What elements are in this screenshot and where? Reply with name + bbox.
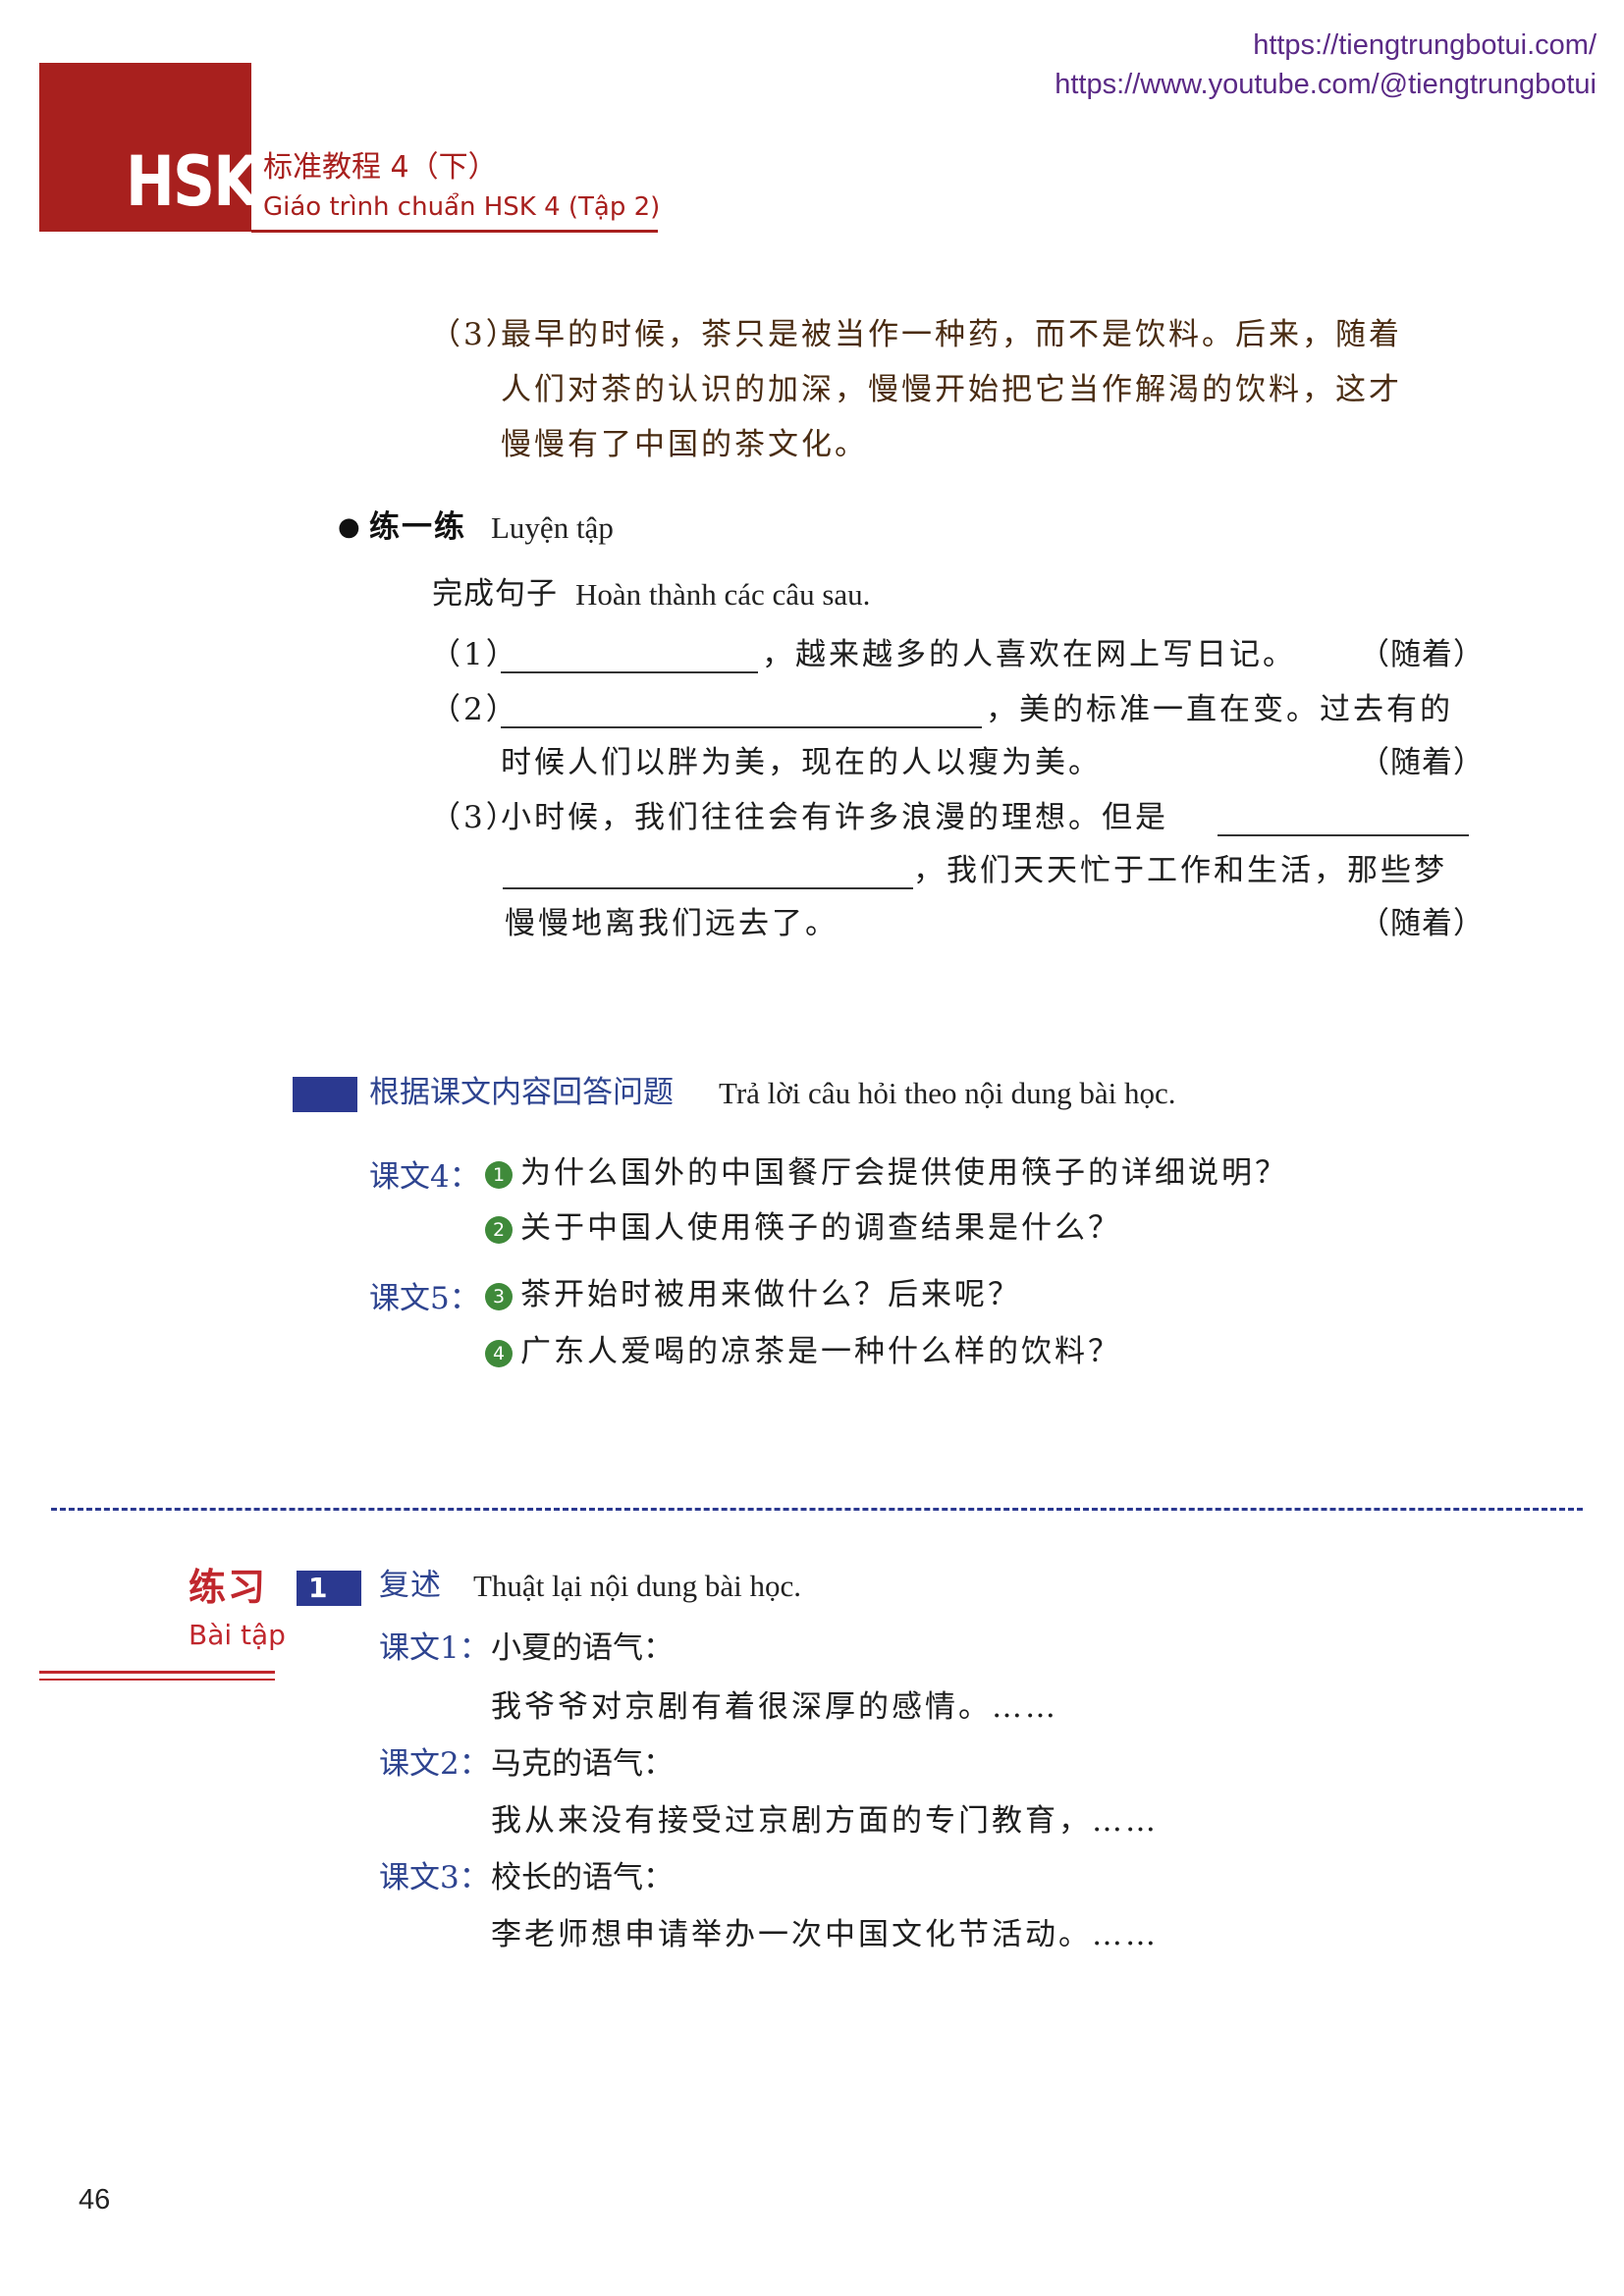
exercise-rule-top	[39, 1671, 275, 1674]
retell-lesson-1-text: 我爷爷对京剧有着很深厚的感情。……	[491, 1689, 1058, 1725]
practice-item-2-blank[interactable]	[501, 701, 982, 732]
example-3-line2: 人们对茶的认识的加深，慢慢开始把它当作解渴的饮料，这才	[501, 372, 1402, 407]
hsk-logo-text: HSK	[126, 141, 258, 222]
question-1-text: 为什么国外的中国餐厅会提供使用筷子的详细说明？	[520, 1155, 1288, 1191]
question-4-text: 广东人爱喝的凉茶是一种什么样的饮料？	[520, 1334, 1121, 1369]
practice-title-cn: 练一练	[369, 509, 466, 545]
lesson-5-label: 课文5：	[369, 1281, 480, 1316]
exercise-task-cn: 复述	[379, 1568, 442, 1603]
header-rule	[251, 230, 658, 233]
question-1: 1 为什么国外的中国餐厅会提供使用筷子的详细说明？	[485, 1158, 1288, 1189]
question-3: 3 茶开始时被用来做什么？后来呢？	[485, 1280, 1021, 1310]
question-2-text: 关于中国人使用筷子的调查结果是什么？	[520, 1210, 1121, 1246]
exercise-task-vi: Thuật lại nội dung bài học.	[473, 1569, 802, 1603]
practice-bullet: ●	[338, 512, 360, 542]
practice-item-1-hint: （随着）	[1359, 637, 1485, 672]
question-3-number-icon: 3	[485, 1282, 513, 1310]
question-4: 4 广东人爱喝的凉茶是一种什么样的饮料？	[485, 1337, 1121, 1367]
question-2-number-icon: 2	[485, 1215, 513, 1244]
practice-item-3-blank-a[interactable]	[1218, 809, 1469, 840]
practice-instruction-cn: 完成句子	[432, 576, 558, 612]
book-title-vi: Giáo trình chuẩn HSK 4 (Tập 2)	[263, 192, 661, 222]
practice-item-3-text-after: ，我们天天忙于工作和生活，那些梦	[913, 853, 1447, 888]
exercise-number-badge: 1	[297, 1571, 361, 1606]
website-url[interactable]: https://tiengtrungbotui.com/	[1253, 31, 1597, 60]
question-4-number-icon: 4	[485, 1339, 513, 1367]
practice-item-2-text: ，美的标准一直在变。过去有的	[986, 692, 1453, 727]
practice-instruction-vi: Hoàn thành các câu sau.	[575, 577, 871, 612]
question-2: 2 关于中国人使用筷子的调查结果是什么？	[485, 1213, 1121, 1244]
question-1-number-icon: 1	[485, 1160, 513, 1189]
retell-lesson-2-text: 我从来没有接受过京剧方面的专门教育，……	[491, 1803, 1159, 1839]
retell-lesson-3-label: 课文3：	[379, 1860, 490, 1896]
book-title-cn: 标准教程 4（下）	[263, 150, 498, 185]
practice-item-3-text-before: 小时候，我们往往会有许多浪漫的理想。但是	[501, 800, 1168, 835]
example-3-line3: 慢慢有了中国的茶文化。	[501, 427, 868, 462]
answer-section-title-cn: 根据课文内容回答问题	[369, 1075, 674, 1110]
lesson-4-label: 课文4：	[369, 1159, 480, 1195]
question-3-text: 茶开始时被用来做什么？后来呢？	[520, 1277, 1021, 1312]
practice-item-3-blank-b[interactable]	[503, 862, 913, 893]
dashed-divider	[51, 1508, 1583, 1511]
practice-item-1-blank[interactable]	[501, 646, 758, 677]
retell-lesson-2-label: 课文2：	[379, 1746, 490, 1782]
youtube-url[interactable]: https://www.youtube.com/@tiengtrungbotui	[1055, 71, 1597, 99]
retell-lesson-2-speaker: 马克的语气：	[491, 1746, 674, 1782]
retell-lesson-3-text: 李老师想申请举办一次中国文化节活动。……	[491, 1917, 1159, 1952]
practice-item-2-hint: （随着）	[1359, 745, 1485, 780]
answer-section-title-vi: Trả lời câu hỏi theo nội dung bài học.	[719, 1076, 1176, 1110]
retell-lesson-3-speaker: 校长的语气：	[491, 1860, 674, 1896]
practice-item-2-line2: 时候人们以胖为美，现在的人以瘦为美。	[501, 745, 1102, 780]
practice-item-3-line3: 慢慢地离我们远去了。	[505, 906, 839, 941]
practice-title-vi: Luyện tập	[491, 510, 614, 545]
retell-lesson-1-label: 课文1：	[379, 1630, 490, 1666]
section-marker-bar	[293, 1077, 357, 1112]
practice-item-1-text: ，越来越多的人喜欢在网上写日记。	[762, 637, 1296, 672]
page-number: 46	[79, 2184, 111, 2216]
exercise-rule-bottom	[39, 1679, 275, 1681]
exercise-title-vi: Bài tập	[189, 1619, 286, 1651]
exercise-title-cn: 练习	[189, 1566, 268, 1609]
retell-lesson-1-speaker: 小夏的语气：	[491, 1630, 674, 1666]
practice-item-3-hint: （随着）	[1359, 906, 1485, 941]
example-3-line1: 最早的时候，茶只是被当作一种药，而不是饮料。后来，随着	[501, 317, 1402, 352]
